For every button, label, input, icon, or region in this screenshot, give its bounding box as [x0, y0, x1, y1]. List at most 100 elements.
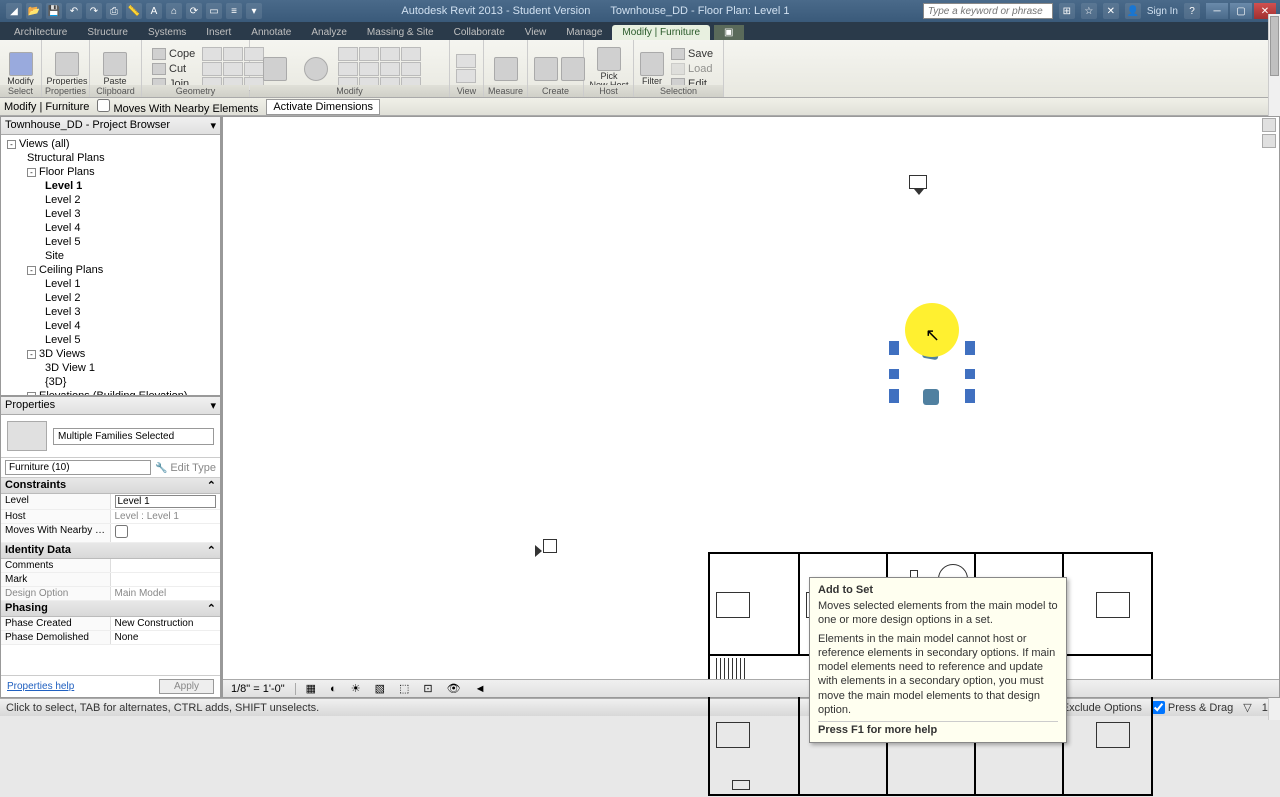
tree-item[interactable]: Level 1: [3, 277, 218, 291]
paste-button[interactable]: Paste: [96, 47, 134, 91]
tab-insert[interactable]: Insert: [196, 25, 241, 40]
signin-link[interactable]: Sign In: [1147, 6, 1178, 17]
selected-chair[interactable]: [965, 341, 975, 355]
drawing-canvas[interactable]: ↖: [222, 116, 1280, 698]
mod-btn-8[interactable]: [401, 62, 421, 76]
detail-level-icon[interactable]: ▦: [302, 682, 320, 696]
mod-btn-2[interactable]: [359, 47, 379, 61]
prop-phase-demo-value[interactable]: None: [111, 631, 221, 644]
selected-chair[interactable]: [889, 341, 899, 355]
geom-btn-1[interactable]: [202, 47, 222, 61]
tree-item[interactable]: -Ceiling Plans: [3, 263, 218, 277]
geom-btn-5[interactable]: [223, 62, 243, 76]
activate-dimensions-button[interactable]: Activate Dimensions: [266, 99, 380, 115]
tab-modify-furniture[interactable]: Modify | Furniture: [612, 25, 710, 40]
subscription-icon[interactable]: ⊞: [1059, 3, 1075, 19]
edit-type-button[interactable]: 🔧 Edit Type: [155, 462, 216, 474]
mod-btn-6[interactable]: [359, 62, 379, 76]
sync-icon[interactable]: ⟳: [186, 3, 202, 19]
cope-button[interactable]: Cope: [148, 47, 199, 61]
type-selector-dropdown[interactable]: Multiple Families Selected: [53, 428, 214, 445]
tree-item[interactable]: Level 1: [3, 179, 218, 193]
cut-button[interactable]: Cut: [148, 62, 199, 76]
tab-annotate[interactable]: Annotate: [241, 25, 301, 40]
mod-btn-7[interactable]: [380, 62, 400, 76]
properties-filter-dropdown[interactable]: Furniture (10): [5, 460, 151, 475]
tab-systems[interactable]: Systems: [138, 25, 196, 40]
press-drag-checkbox[interactable]: Press & Drag: [1152, 701, 1233, 714]
tree-item[interactable]: -3D Views: [3, 347, 218, 361]
selected-chair[interactable]: [965, 389, 975, 403]
3d-icon[interactable]: ⌂: [166, 3, 182, 19]
prop-mark-value[interactable]: [111, 573, 221, 586]
tab-collaborate[interactable]: Collaborate: [444, 25, 515, 40]
tree-item[interactable]: Level 4: [3, 221, 218, 235]
hide-isolate-icon[interactable]: 👁: [443, 682, 465, 696]
prop-phase-created-value[interactable]: New Construction: [111, 617, 221, 630]
prop-level-value[interactable]: [115, 495, 217, 508]
view-btn-1[interactable]: [456, 54, 476, 68]
tree-item[interactable]: Site: [3, 249, 218, 263]
crop-icon[interactable]: ⬚: [395, 682, 413, 696]
tab-extra-icon[interactable]: ▣: [714, 25, 743, 40]
project-browser-tree[interactable]: -Views (all)Structural Plans-Floor Plans…: [1, 135, 220, 395]
print-icon[interactable]: ⎙: [106, 3, 122, 19]
section-identity[interactable]: Identity Data: [5, 544, 71, 557]
thin-lines-icon[interactable]: ≡: [226, 3, 242, 19]
tree-item[interactable]: Level 2: [3, 193, 218, 207]
tab-massing[interactable]: Massing & Site: [357, 25, 444, 40]
help-icon[interactable]: ?: [1184, 3, 1200, 19]
section-phasing[interactable]: Phasing: [5, 602, 48, 615]
minimize-button[interactable]: ─: [1206, 3, 1228, 19]
tree-item[interactable]: 3D View 1: [3, 361, 218, 375]
elevation-marker-north[interactable]: [909, 175, 927, 189]
create-button-2[interactable]: [561, 47, 585, 91]
properties-help-link[interactable]: Properties help: [7, 681, 74, 692]
tab-analyze[interactable]: Analyze: [301, 25, 357, 40]
sun-path-icon[interactable]: ☀: [347, 682, 365, 696]
measure-icon[interactable]: 📏: [126, 3, 142, 19]
section-icon[interactable]: ▭: [206, 3, 222, 19]
maximize-button[interactable]: ▢: [1230, 3, 1252, 19]
tab-structure[interactable]: Structure: [77, 25, 138, 40]
mod-btn-3[interactable]: [380, 47, 400, 61]
tab-architecture[interactable]: Architecture: [4, 25, 77, 40]
close-hidden-icon[interactable]: ▾: [246, 3, 262, 19]
scale-display[interactable]: 1/8" = 1'-0": [227, 682, 289, 696]
shadows-icon[interactable]: ▧: [371, 682, 389, 696]
tree-item[interactable]: Level 3: [3, 207, 218, 221]
prop-comments-value[interactable]: [111, 559, 221, 572]
tree-item[interactable]: -Elevations (Building Elevation): [3, 389, 218, 395]
save-selection-button[interactable]: Save: [667, 47, 717, 61]
tree-item[interactable]: Level 5: [3, 333, 218, 347]
tab-manage[interactable]: Manage: [556, 25, 612, 40]
tree-item[interactable]: {3D}: [3, 375, 218, 389]
selected-chair[interactable]: [889, 369, 899, 379]
project-browser-close-icon[interactable]: ▾: [210, 119, 216, 132]
user-icon[interactable]: 👤: [1125, 3, 1141, 19]
save-icon[interactable]: 💾: [46, 3, 62, 19]
mod-btn-5[interactable]: [338, 62, 358, 76]
visual-style-icon[interactable]: ◐: [326, 682, 341, 696]
geom-btn-4[interactable]: [202, 62, 222, 76]
geom-btn-2[interactable]: [223, 47, 243, 61]
move-button[interactable]: [256, 47, 294, 91]
tab-view[interactable]: View: [515, 25, 557, 40]
mod-btn-1[interactable]: [338, 47, 358, 61]
prop-moves-checkbox[interactable]: [115, 525, 128, 538]
collapse-icon[interactable]: ⌃: [207, 544, 216, 557]
create-button-1[interactable]: [534, 47, 558, 91]
measure-button[interactable]: [490, 47, 521, 91]
rotate-button[interactable]: [297, 47, 335, 91]
selected-chair[interactable]: [965, 369, 975, 379]
pick-new-host-button[interactable]: Pick New Host: [590, 47, 628, 91]
undo-icon[interactable]: ↶: [66, 3, 82, 19]
filter-button[interactable]: Filter: [640, 47, 664, 91]
tree-item[interactable]: Structural Plans: [3, 151, 218, 165]
moves-with-nearby-checkbox[interactable]: Moves With Nearby Elements: [97, 99, 258, 115]
tree-item[interactable]: -Views (all): [3, 137, 218, 151]
redo-icon[interactable]: ↷: [86, 3, 102, 19]
properties-button[interactable]: Properties: [48, 47, 86, 91]
modify-tool-button[interactable]: Modify: [6, 47, 35, 91]
tree-item[interactable]: -Floor Plans: [3, 165, 218, 179]
